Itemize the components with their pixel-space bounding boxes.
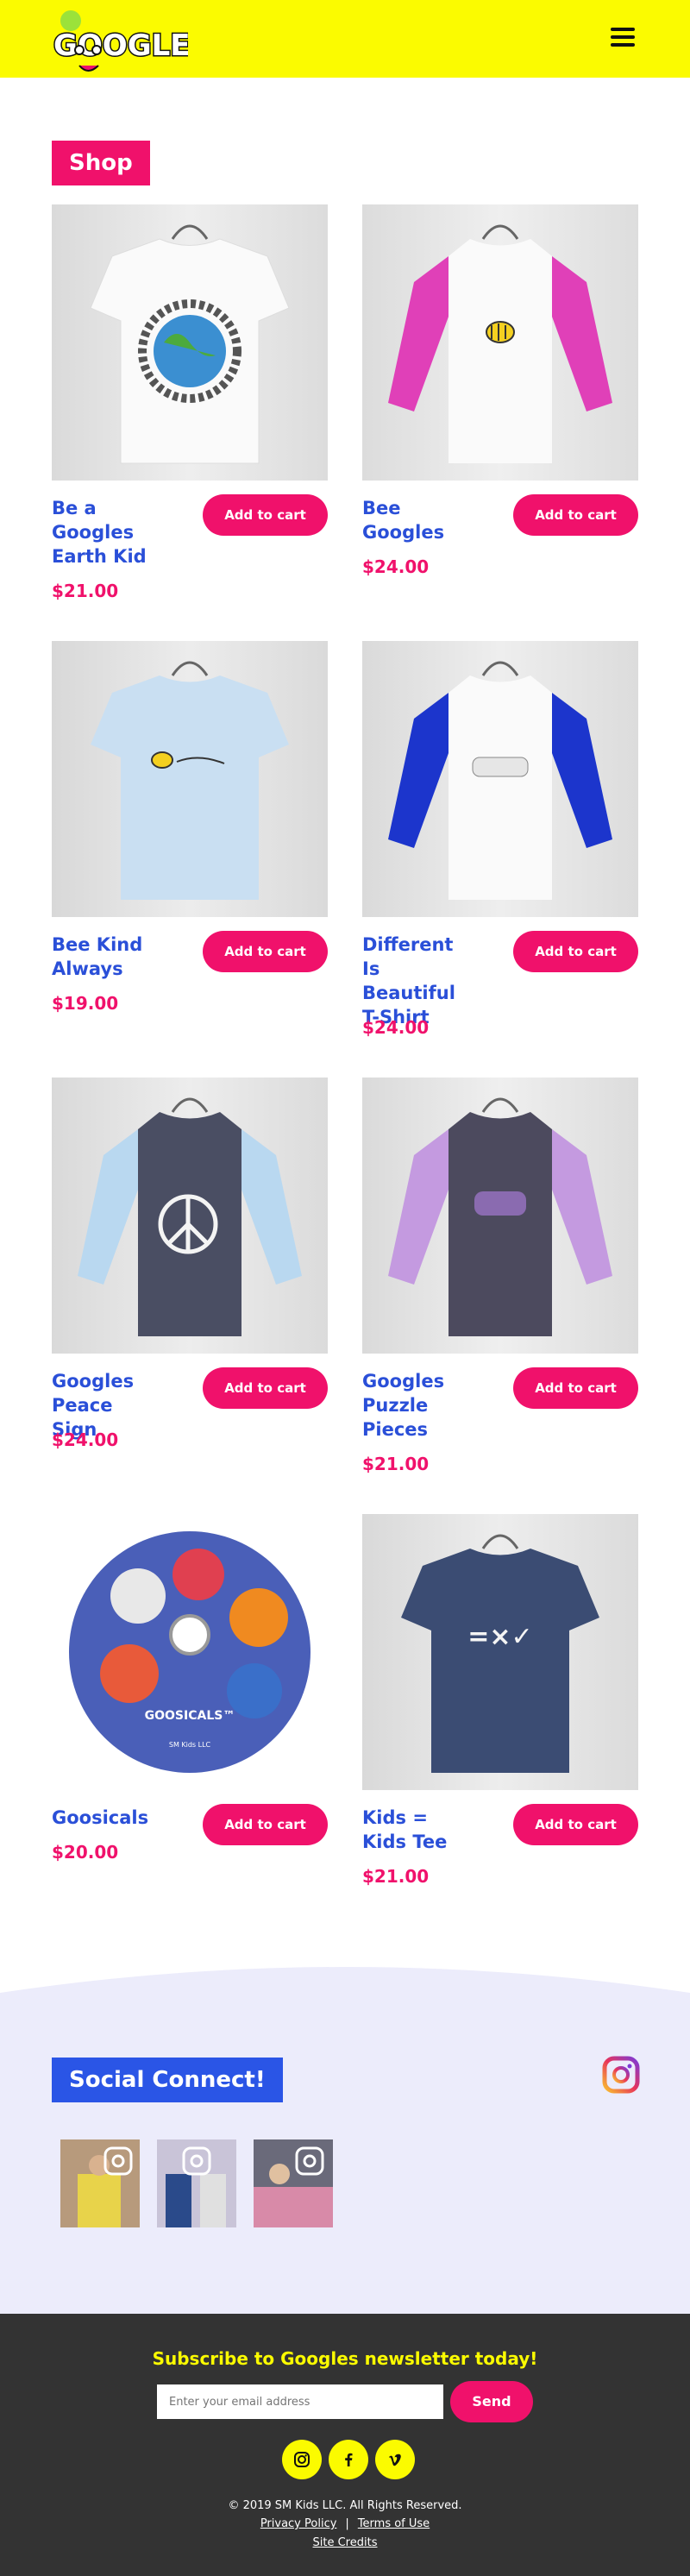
instagram-post-1[interactable]	[60, 2139, 140, 2227]
site-header: GOOGLES	[0, 0, 690, 78]
product-image[interactable]: =×✓	[362, 1514, 638, 1790]
product-price: $21.00	[362, 1866, 430, 1887]
product-price: $19.00	[52, 993, 119, 1014]
product-price: $21.00	[52, 581, 119, 601]
product-name[interactable]: Kids = Kids Tee	[362, 1806, 474, 1854]
product-price: $24.00	[362, 556, 430, 577]
terms-of-use-link[interactable]: Terms of Use	[358, 2517, 430, 2530]
add-to-cart-button[interactable]: Add to cart	[203, 1804, 328, 1845]
product-card: Bee Kind Always $19.00 Add to cart	[52, 641, 328, 1014]
svg-text:SM Kids LLC: SM Kids LLC	[169, 1741, 211, 1749]
product-image[interactable]	[52, 641, 328, 917]
product-name[interactable]: Bee Googles	[362, 496, 474, 544]
googles-logo[interactable]: GOOGLES	[50, 7, 213, 86]
privacy-policy-link[interactable]: Privacy Policy	[260, 2517, 337, 2530]
social-title: Social Connect!	[52, 2058, 283, 2102]
send-button[interactable]: Send	[450, 2381, 533, 2422]
product-name[interactable]: Bee Kind Always	[52, 933, 164, 981]
shop-title: Shop	[52, 141, 150, 185]
add-to-cart-button[interactable]: Add to cart	[513, 1804, 638, 1845]
vimeo-icon[interactable]	[375, 2440, 415, 2479]
product-card: Different Is Beautiful T-Shirt $24.00 Ad…	[362, 641, 638, 1038]
add-to-cart-button[interactable]: Add to cart	[513, 494, 638, 536]
add-to-cart-button[interactable]: Add to cart	[513, 1367, 638, 1409]
link-separator: |	[345, 2517, 349, 2530]
product-card: Googles Peace Sign $24.00 Add to cart	[52, 1078, 328, 1450]
add-to-cart-button[interactable]: Add to cart	[513, 931, 638, 972]
site-credits-link[interactable]: Site Credits	[0, 2536, 690, 2549]
product-name[interactable]: Goosicals	[52, 1806, 164, 1830]
svg-text:GOOSICALS™: GOOSICALS™	[145, 1709, 235, 1723]
product-card: Googles Puzzle Pieces $21.00 Add to cart	[362, 1078, 638, 1474]
email-field[interactable]	[157, 2384, 443, 2419]
product-card: GOOSICALS™ SM Kids LLC Goosicals $20.00 …	[52, 1514, 328, 1863]
add-to-cart-button[interactable]: Add to cart	[203, 494, 328, 536]
add-to-cart-button[interactable]: Add to cart	[203, 1367, 328, 1409]
footer-links: Privacy Policy | Terms of Use	[0, 2517, 690, 2530]
svg-text:=×✓: =×✓	[467, 1622, 532, 1652]
product-price: $21.00	[362, 1454, 430, 1474]
product-image[interactable]	[362, 1078, 638, 1354]
product-card: Bee Googles $24.00 Add to cart	[362, 204, 638, 577]
instagram-icon[interactable]	[282, 2440, 322, 2479]
product-name[interactable]: Googles Puzzle Pieces	[362, 1369, 474, 1442]
product-card: Be a Googles Earth Kid $21.00 Add to car…	[52, 204, 328, 601]
svg-text:GOOGLES: GOOGLES	[53, 28, 188, 63]
product-name[interactable]: Different Is Beautiful T-Shirt	[362, 933, 474, 1029]
add-to-cart-button[interactable]: Add to cart	[203, 931, 328, 972]
newsletter-title: Subscribe to Googles newsletter today!	[152, 2348, 538, 2369]
product-image[interactable]	[52, 1078, 328, 1354]
product-card: =×✓ Kids = Kids Tee $21.00 Add to cart	[362, 1514, 638, 1887]
facebook-icon[interactable]	[329, 2440, 368, 2479]
instagram-icon[interactable]	[602, 2056, 640, 2094]
product-image[interactable]	[362, 641, 638, 917]
hamburger-icon[interactable]	[611, 28, 635, 48]
copyright-text: © 2019 SM Kids LLC. All Rights Reserved.	[228, 2499, 462, 2512]
social-background	[0, 1967, 690, 2314]
product-price: $24.00	[362, 1017, 430, 1038]
product-price: $20.00	[52, 1842, 119, 1863]
product-price: $24.00	[52, 1429, 119, 1450]
instagram-post-2[interactable]	[157, 2139, 236, 2227]
product-image[interactable]	[52, 204, 328, 481]
product-image[interactable]: GOOSICALS™ SM Kids LLC	[52, 1514, 328, 1790]
instagram-post-3[interactable]	[254, 2139, 333, 2227]
product-image[interactable]	[362, 204, 638, 481]
product-name[interactable]: Be a Googles Earth Kid	[52, 496, 164, 569]
